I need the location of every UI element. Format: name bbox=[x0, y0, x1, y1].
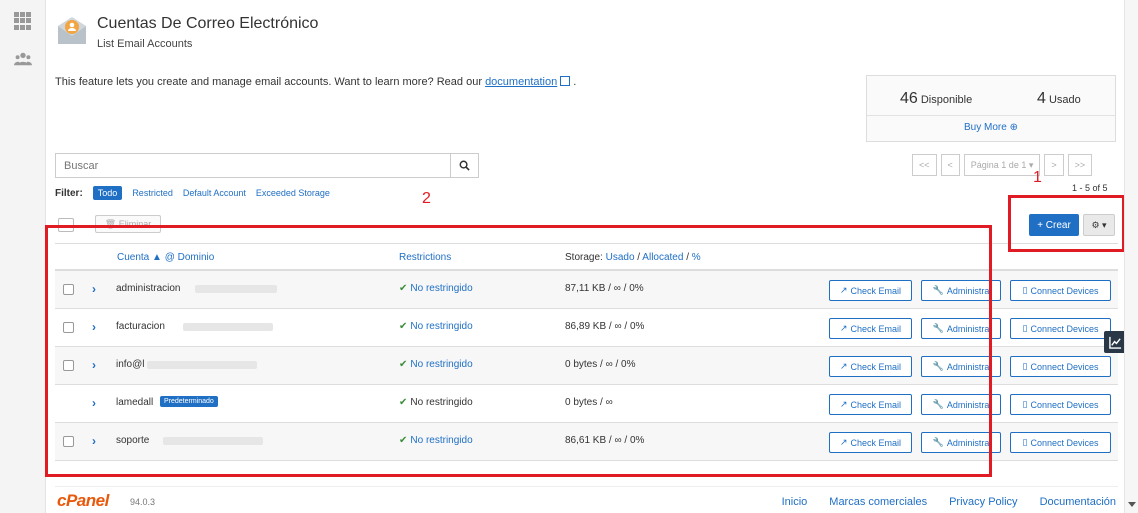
connect-label: Connect Devices bbox=[1030, 437, 1099, 448]
next-page-button[interactable]: > bbox=[1044, 154, 1064, 176]
stats-divider bbox=[867, 115, 1115, 116]
annotation-number-2: 2 bbox=[422, 190, 431, 207]
footer-link-trademarks[interactable]: Marcas comerciales bbox=[829, 496, 927, 508]
prev-page-button[interactable]: < bbox=[940, 154, 960, 176]
device-icon: ▯ bbox=[1022, 399, 1028, 409]
search-button[interactable] bbox=[450, 154, 478, 177]
filter-restricted[interactable]: Restricted bbox=[132, 188, 173, 198]
stats-chart-button[interactable] bbox=[1104, 331, 1126, 353]
search-icon bbox=[459, 160, 470, 171]
footer-link-privacy[interactable]: Privacy Policy bbox=[949, 496, 1017, 508]
filter-exceeded-storage[interactable]: Exceeded Storage bbox=[256, 188, 330, 198]
intro-body: This feature lets you create and manage … bbox=[55, 76, 482, 88]
results-count: 1 - 5 of 5 bbox=[1072, 183, 1108, 193]
last-page-button[interactable]: >> bbox=[1067, 154, 1093, 176]
connect-devices-button[interactable]: ▯ Connect Devices bbox=[1010, 318, 1111, 339]
connect-devices-button[interactable]: ▯ Connect Devices bbox=[1010, 280, 1111, 301]
documentation-link[interactable]: documentation bbox=[485, 76, 557, 88]
left-sidebar bbox=[0, 0, 46, 513]
page-title: Cuentas De Correo Electrónico bbox=[97, 15, 319, 32]
connect-label: Connect Devices bbox=[1030, 323, 1099, 334]
device-icon: ▯ bbox=[1022, 437, 1028, 447]
scroll-down-arrow-icon[interactable] bbox=[1128, 502, 1136, 507]
connect-devices-button[interactable]: ▯ Connect Devices bbox=[1010, 394, 1111, 415]
pagination: << < Página 1 de 1 ▾ > >> bbox=[912, 154, 1093, 176]
connect-label: Connect Devices bbox=[1030, 285, 1099, 296]
page-select[interactable]: Página 1 de 1 ▾ bbox=[963, 154, 1041, 176]
buy-more-link[interactable]: Buy More ⊕ bbox=[867, 122, 1115, 133]
connect-devices-button[interactable]: ▯ Connect Devices bbox=[1010, 432, 1111, 453]
scrollbar[interactable] bbox=[1124, 0, 1138, 513]
users-icon[interactable] bbox=[14, 50, 32, 68]
search-input[interactable] bbox=[56, 154, 450, 177]
page-subtitle: List Email Accounts bbox=[97, 38, 193, 50]
intro-suffix: . bbox=[573, 76, 577, 88]
annotation-number-1: 1 bbox=[1033, 169, 1042, 186]
device-icon: ▯ bbox=[1022, 323, 1028, 333]
stats-box: 46 Disponible 4 Usado Buy More ⊕ bbox=[866, 75, 1116, 142]
available-count: 46 bbox=[900, 90, 918, 107]
used-stat: 4 Usado bbox=[1037, 90, 1081, 108]
footer-links: Inicio Marcas comerciales Privacy Policy… bbox=[782, 496, 1116, 508]
annotation-box-1 bbox=[1008, 195, 1125, 252]
filter-bar: Filter: Todo Restricted Default Account … bbox=[55, 186, 330, 200]
available-stat: 46 Disponible bbox=[900, 90, 972, 108]
filter-default-account[interactable]: Default Account bbox=[183, 188, 246, 198]
filter-label: Filter: bbox=[55, 187, 83, 199]
available-label: Disponible bbox=[920, 94, 973, 106]
device-icon: ▯ bbox=[1022, 285, 1028, 295]
first-page-button[interactable]: << bbox=[912, 154, 937, 176]
cpanel-logo[interactable]: cPanel bbox=[57, 491, 109, 511]
filter-all[interactable]: Todo bbox=[92, 186, 123, 200]
apps-grid-icon[interactable] bbox=[14, 12, 32, 30]
footer-link-docs[interactable]: Documentación bbox=[1040, 496, 1116, 508]
intro-text: This feature lets you create and manage … bbox=[55, 75, 576, 88]
device-icon: ▯ bbox=[1022, 361, 1028, 371]
cpanel-version: 94.0.3 bbox=[130, 497, 156, 507]
line-chart-icon bbox=[1108, 336, 1121, 349]
external-link-icon bbox=[560, 76, 571, 86]
search-box bbox=[55, 153, 479, 178]
email-accounts-icon bbox=[58, 17, 86, 44]
footer: cPanel 94.0.3 Inicio Marcas comerciales … bbox=[55, 486, 1118, 513]
footer-link-home[interactable]: Inicio bbox=[782, 496, 808, 508]
connect-label: Connect Devices bbox=[1030, 361, 1099, 372]
used-label: Usado bbox=[1048, 94, 1081, 106]
annotation-box-2 bbox=[45, 225, 992, 477]
connect-devices-button[interactable]: ▯ Connect Devices bbox=[1010, 356, 1111, 377]
connect-label: Connect Devices bbox=[1030, 399, 1099, 410]
used-count: 4 bbox=[1037, 90, 1046, 107]
